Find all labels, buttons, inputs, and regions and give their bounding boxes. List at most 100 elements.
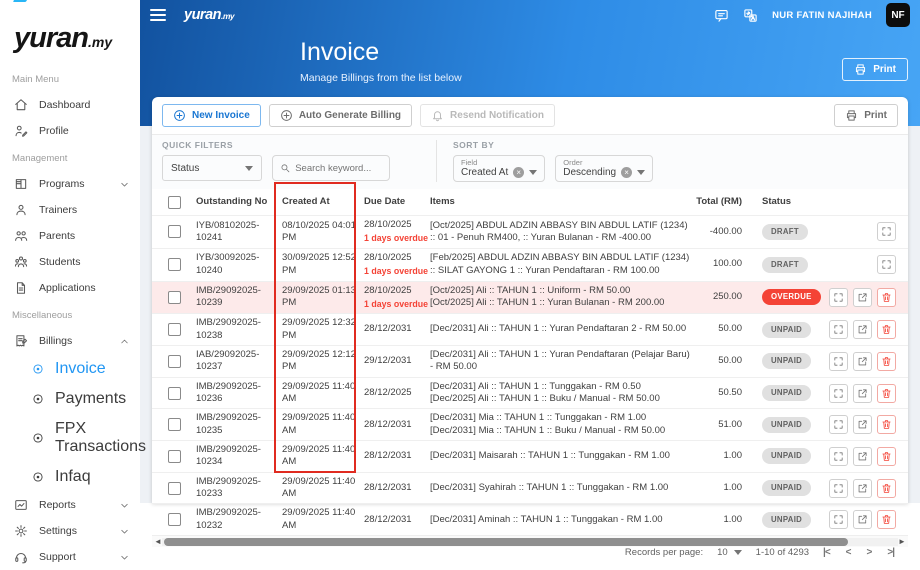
items-cell: [Feb/2025] ABDUL ADZIN ABBASY BIN ABDUL … xyxy=(430,252,692,277)
row-checkbox-cell xyxy=(152,291,196,304)
resend-notification-button[interactable]: Resend Notification xyxy=(420,104,555,127)
sidebar-item-parents[interactable]: Parents xyxy=(0,223,140,249)
person-edit-icon xyxy=(14,124,28,138)
created-at: 29/09/2025 12:12 PM xyxy=(282,349,364,374)
edit-button[interactable] xyxy=(853,510,872,529)
row-checkbox[interactable] xyxy=(168,258,181,271)
scroll-left-icon[interactable]: ◄ xyxy=(154,536,162,548)
next-page-icon[interactable]: > xyxy=(867,547,872,558)
header-checkbox-cell xyxy=(152,196,196,209)
row-checkbox[interactable] xyxy=(168,450,181,463)
person-icon xyxy=(14,203,28,217)
sidebar-subitem-payments[interactable]: Payments xyxy=(0,384,140,414)
expand-button[interactable] xyxy=(829,288,848,307)
row-checkbox[interactable] xyxy=(168,482,181,495)
due-date: 28/12/2031 xyxy=(364,419,430,431)
sidebar-item-students[interactable]: Students xyxy=(0,249,140,275)
records-per-page-select[interactable]: 10 xyxy=(717,547,742,558)
row-checkbox[interactable] xyxy=(168,513,181,526)
sidebar-item-billings[interactable]: Billings xyxy=(0,328,140,354)
items-cell: [Oct/2025] Ali :: TAHUN 1 :: Uniform - R… xyxy=(430,285,692,310)
expand-button[interactable] xyxy=(829,384,848,403)
item-line: [Dec/2031] Ali :: TAHUN 1 :: Tunggakan -… xyxy=(430,381,692,393)
expand-button[interactable] xyxy=(877,255,896,274)
row-checkbox[interactable] xyxy=(168,225,181,238)
new-invoice-button[interactable]: New Invoice xyxy=(162,104,261,127)
pagination-bar: Records per page: 10 1-10 of 4293 |< < >… xyxy=(152,547,908,558)
edit-button[interactable] xyxy=(853,447,872,466)
delete-button[interactable] xyxy=(877,384,896,403)
items-cell: [Dec/2031] Maisarah :: TAHUN 1 :: Tungga… xyxy=(430,450,692,462)
avatar[interactable]: NF xyxy=(886,3,910,27)
row-actions xyxy=(824,222,908,241)
edit-button[interactable] xyxy=(853,320,872,339)
table-print-button[interactable]: Print xyxy=(834,104,898,127)
sidebar-item-settings[interactable]: Settings xyxy=(0,518,140,544)
search-box[interactable] xyxy=(272,155,390,181)
expand-button[interactable] xyxy=(829,352,848,371)
header-print-button[interactable]: Print xyxy=(842,58,908,81)
expand-button[interactable] xyxy=(829,447,848,466)
sort-order-select[interactable]: Order Descending × xyxy=(555,155,653,182)
sidebar-item-profile[interactable]: Profile xyxy=(0,118,140,144)
delete-button[interactable] xyxy=(877,352,896,371)
delete-button[interactable] xyxy=(877,415,896,434)
row-actions xyxy=(824,447,908,466)
radio-icon xyxy=(32,363,44,375)
auto-generate-billing-button[interactable]: Auto Generate Billing xyxy=(269,104,412,127)
sidebar-item-label: Programs xyxy=(39,178,85,190)
book-icon xyxy=(14,177,28,191)
overdue-label: 1 days overdue xyxy=(364,299,430,310)
sort-field-select[interactable]: Field Created At × xyxy=(453,155,545,182)
expand-button[interactable] xyxy=(829,510,848,529)
status-cell: UNPAID xyxy=(748,385,824,401)
row-checkbox[interactable] xyxy=(168,291,181,304)
topbar-logo[interactable]: yuran.my xyxy=(184,7,234,23)
expand-button[interactable] xyxy=(877,222,896,241)
row-checkbox[interactable] xyxy=(168,355,181,368)
edit-button[interactable] xyxy=(853,479,872,498)
language-icon[interactable] xyxy=(743,8,758,23)
user-name: NUR FATIN NAJIHAH xyxy=(772,10,872,21)
sidebar-item-trainers[interactable]: Trainers xyxy=(0,197,140,223)
edit-button[interactable] xyxy=(853,352,872,371)
edit-button[interactable] xyxy=(853,384,872,403)
total-amount: 1.00 xyxy=(692,450,748,462)
search-input[interactable] xyxy=(295,163,382,174)
delete-button[interactable] xyxy=(877,510,896,529)
expand-button[interactable] xyxy=(829,479,848,498)
sidebar-subitem-infaq[interactable]: Infaq xyxy=(0,462,140,492)
prev-page-icon[interactable]: < xyxy=(846,547,851,558)
delete-button[interactable] xyxy=(877,320,896,339)
sidebar-subitem-invoice[interactable]: Invoice xyxy=(0,354,140,384)
row-checkbox[interactable] xyxy=(168,323,181,336)
last-page-icon[interactable]: >| xyxy=(887,547,894,558)
delete-button[interactable] xyxy=(877,479,896,498)
scrollbar-thumb[interactable] xyxy=(164,538,848,546)
expand-button[interactable] xyxy=(829,320,848,339)
expand-button[interactable] xyxy=(829,415,848,434)
sidebar-item-programs[interactable]: Programs xyxy=(0,171,140,197)
first-page-icon[interactable]: |< xyxy=(823,547,830,558)
scroll-right-icon[interactable]: ► xyxy=(898,536,906,548)
clear-field-icon[interactable]: × xyxy=(513,167,524,178)
menu-icon[interactable] xyxy=(150,6,166,24)
select-all-checkbox[interactable] xyxy=(168,196,181,209)
sidebar-subitem-fpx-transactions[interactable]: FPX Transactions xyxy=(0,414,140,462)
status-filter-select[interactable]: Status xyxy=(162,155,262,181)
outstanding-no: IMB/29092025-10235 xyxy=(196,412,282,437)
sidebar-item-reports[interactable]: Reports xyxy=(0,492,140,518)
edit-button[interactable] xyxy=(853,288,872,307)
chat-icon[interactable] xyxy=(714,8,729,23)
sidebar-item-applications[interactable]: Applications xyxy=(0,275,140,301)
row-checkbox[interactable] xyxy=(168,387,181,400)
clear-order-icon[interactable]: × xyxy=(621,167,632,178)
delete-button[interactable] xyxy=(877,288,896,307)
horizontal-scrollbar[interactable]: ◄ ► xyxy=(152,535,908,547)
edit-button[interactable] xyxy=(853,415,872,434)
brand-logo[interactable]: yuran.my xyxy=(0,0,140,61)
row-checkbox[interactable] xyxy=(168,418,181,431)
sidebar-item-dashboard[interactable]: Dashboard xyxy=(0,92,140,118)
sidebar-item-support[interactable]: Support xyxy=(0,544,140,570)
delete-button[interactable] xyxy=(877,447,896,466)
